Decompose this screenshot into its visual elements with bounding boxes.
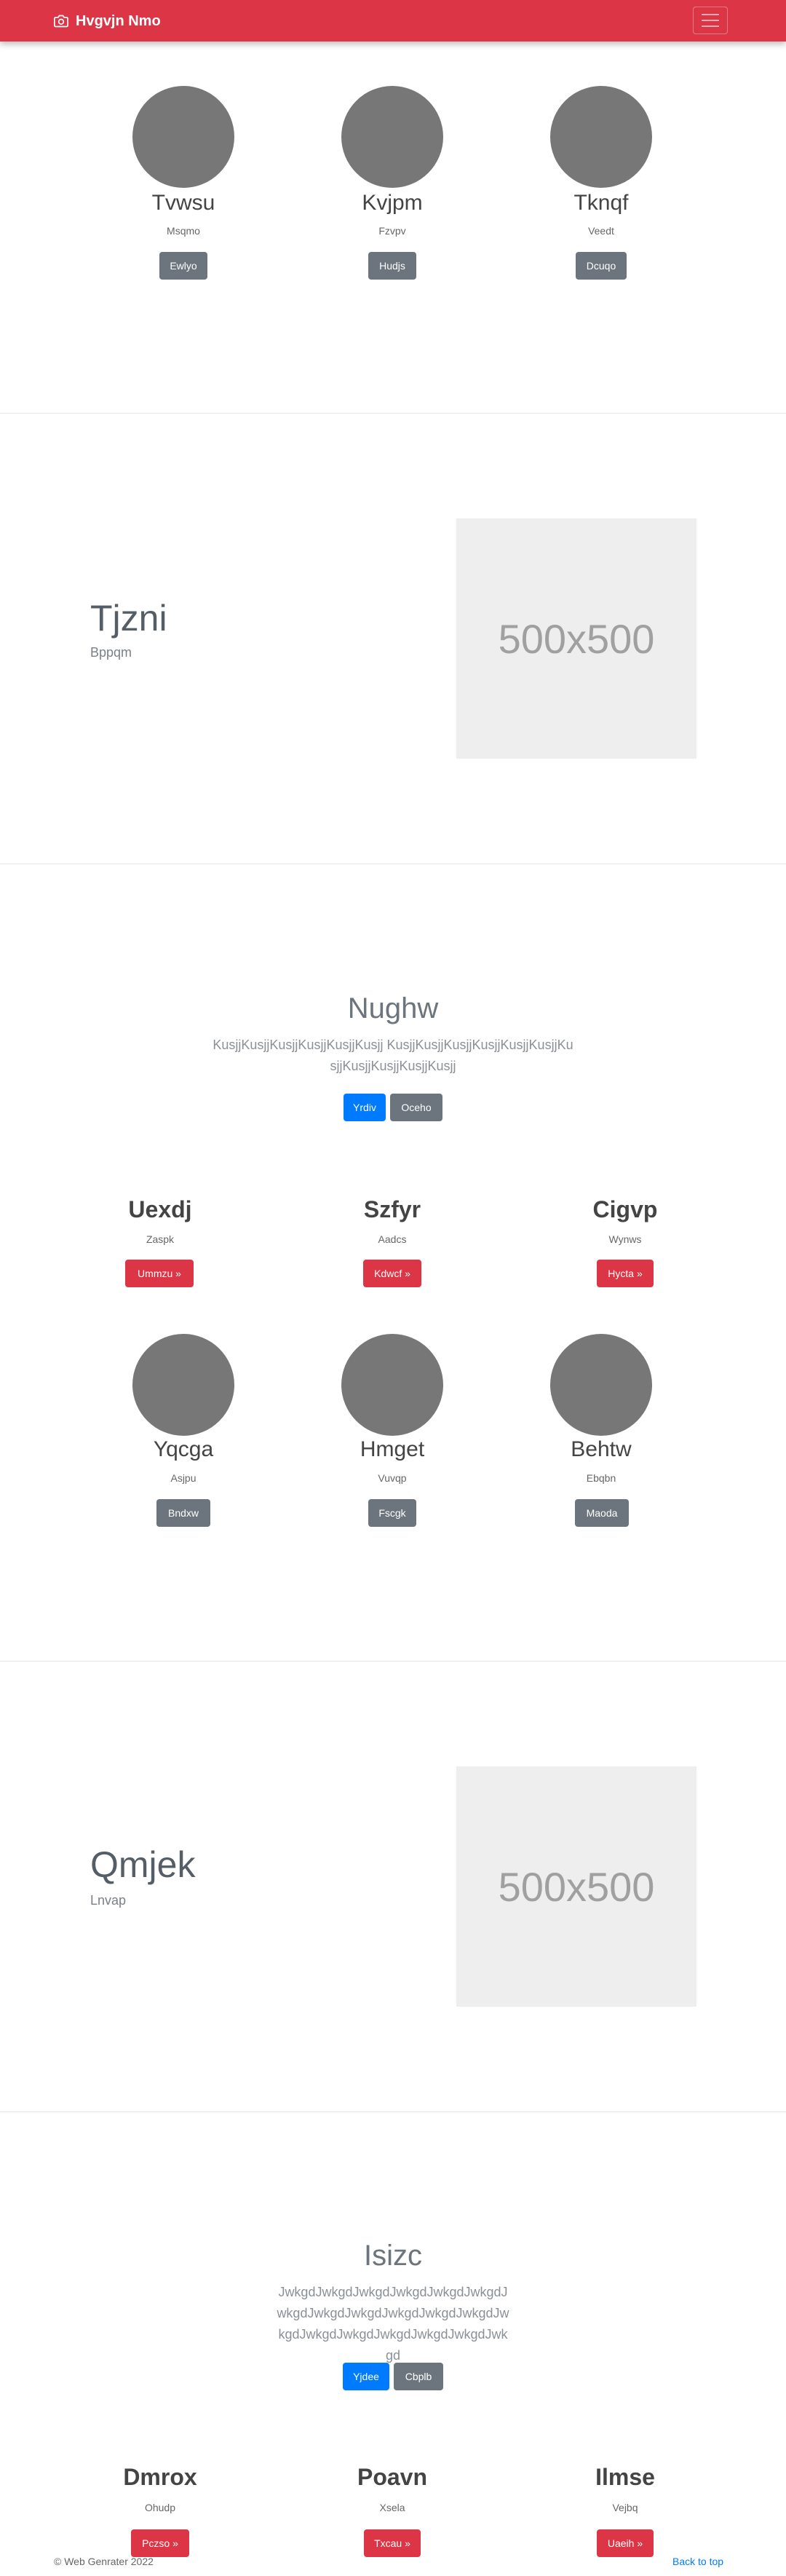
feature-subtitle: Lnvap [90, 1893, 127, 1908]
album-card-button[interactable]: Ewlyo [159, 252, 207, 280]
back-to-top-link[interactable]: Back to top [672, 2556, 723, 2567]
column-link-button[interactable]: Uaeih » [597, 2529, 654, 2557]
jumbotron-heading: Isizc [364, 2240, 422, 2272]
jumbotron-primary-button[interactable]: Yjdee [343, 2363, 389, 2390]
album-card-button[interactable]: Bndxw [156, 1499, 210, 1527]
album-card-button[interactable]: Hudjs [368, 252, 416, 280]
column-title: Cigvp [592, 1196, 658, 1222]
hamburger-icon [702, 14, 719, 27]
album-card-thumbnail [550, 1334, 652, 1436]
album-card-subtitle: Vuvqp [378, 1472, 407, 1484]
column-link-button[interactable]: Pczso » [131, 2529, 189, 2557]
section-divider [0, 2111, 786, 2112]
album-card-title: Tknqf [573, 191, 629, 215]
column-subtitle: Aadcs [378, 1233, 407, 1245]
menu-toggle-button[interactable] [693, 7, 728, 34]
column-title: Dmrox [123, 2464, 197, 2490]
column-link-button[interactable]: Ummzu » [125, 1260, 194, 1287]
album-card-thumbnail [132, 1334, 234, 1436]
album-card-title: Kvjpm [362, 191, 423, 215]
feature-image-placeholder: 500x500 [456, 518, 696, 759]
column-subtitle: Xsela [379, 2502, 405, 2513]
album-card-title: Hmget [360, 1437, 425, 1461]
album-card-subtitle: Fzvpv [378, 225, 406, 237]
column-subtitle: Vejbq [612, 2502, 638, 2513]
album-card-subtitle: Ebqbn [586, 1472, 616, 1484]
column-title: Uexdj [128, 1196, 192, 1222]
album-card-title: Yqcga [153, 1437, 214, 1461]
column-link-button[interactable]: Hycta » [597, 1260, 654, 1287]
feature-title: Tjzni [90, 598, 167, 639]
footer-copyright: © Web Genrater 2022 [54, 2556, 154, 2567]
album-card-thumbnail [132, 86, 234, 188]
album-card-subtitle: Asjpu [170, 1472, 196, 1484]
album-card-subtitle: Veedt [588, 225, 614, 237]
jumbotron-primary-button[interactable]: Yrdiv [344, 1094, 386, 1121]
album-card-button[interactable]: Fscgk [368, 1499, 416, 1527]
album-card-button[interactable]: Dcuqo [576, 252, 627, 280]
column-title: Szfyr [363, 1196, 421, 1222]
album-card-title: Tvwsu [151, 191, 215, 215]
column-title: Ilmse [595, 2464, 655, 2490]
feature-subtitle: Bppqm [90, 645, 132, 660]
column-subtitle: Ohudp [144, 2502, 176, 2513]
column-subtitle: Zaspk [146, 1233, 175, 1245]
jumbotron-lead: JwkgdJwkgdJwkgdJwkgdJwkgdJwkgdJwkgdJwkgd… [277, 2285, 509, 2363]
navbar: Hvgvjn Nmo [0, 0, 786, 42]
brand-name: Hvgvjn Nmo [76, 12, 161, 29]
album-card-thumbnail [341, 86, 443, 188]
album-card-button[interactable]: Maoda [575, 1499, 629, 1527]
column-title: Poavn [357, 2464, 428, 2490]
album-card-thumbnail [341, 1334, 443, 1436]
jumbotron-secondary-button[interactable]: Cbplb [394, 2363, 443, 2390]
album-card-title: Behtw [571, 1437, 632, 1461]
column-link-button[interactable]: Kdwcf » [363, 1260, 421, 1287]
column-link-button[interactable]: Txcau » [364, 2529, 421, 2557]
jumbotron-secondary-button[interactable]: Oceho [390, 1094, 442, 1121]
jumbotron-lead: KusjjKusjjKusjjKusjjKusjjKusjj KusjjKusj… [213, 1038, 573, 1073]
feature-image-placeholder: 500x500 [456, 1766, 696, 2007]
section-divider [0, 413, 786, 414]
jumbotron-heading: Nughw [347, 992, 439, 1024]
album-card-thumbnail [550, 86, 652, 188]
section-divider [0, 1661, 786, 1662]
camera-icon [54, 15, 68, 28]
album-card-subtitle: Msqmo [167, 225, 200, 237]
feature-title: Qmjek [90, 1844, 196, 1885]
brand-link[interactable]: Hvgvjn Nmo [54, 10, 161, 32]
column-subtitle: Wynws [608, 1233, 642, 1245]
